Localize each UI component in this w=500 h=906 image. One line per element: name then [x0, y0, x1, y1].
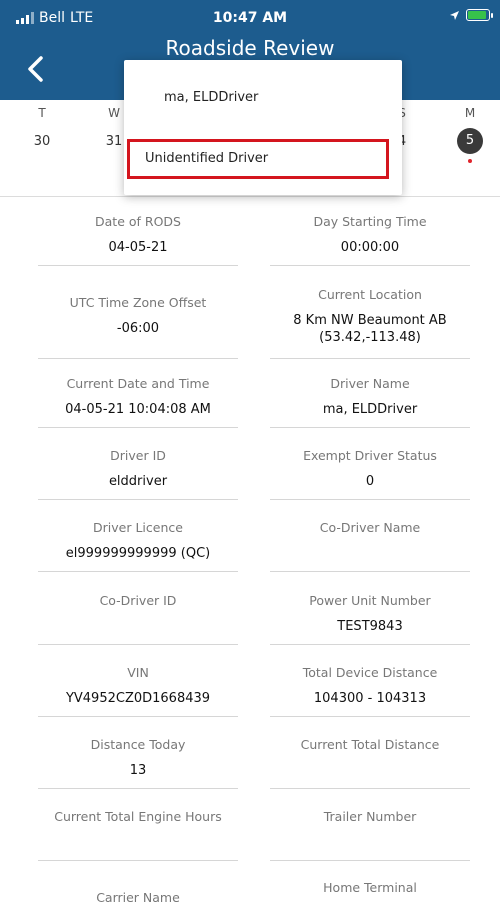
day-monday-selected[interactable]: M 5 [450, 106, 490, 163]
status-right [449, 9, 493, 21]
field-value: 8 Km NW Beaumont AB (53.42,-113.48) [270, 312, 470, 346]
field-current-date-time: Current Date and Time 04-05-21 10:04:08 … [24, 376, 252, 418]
field-vin: VIN YV4952CZ0D1668439 [38, 665, 238, 707]
field-value: YV4952CZ0D1668439 [65, 691, 211, 706]
field-underline [38, 860, 238, 861]
field-label: Co-Driver ID [99, 593, 177, 608]
field-label: VIN [127, 665, 149, 680]
field-label: Distance Today [90, 737, 186, 752]
day-number: 30 [33, 134, 51, 149]
field-underline [270, 788, 470, 789]
field-label: Current Total Distance [300, 737, 440, 752]
field-value: 0 [365, 474, 375, 489]
field-underline [38, 265, 238, 266]
chevron-left-icon [28, 56, 43, 82]
field-value: 13 [129, 763, 147, 778]
field-value: ma, ELDDriver [322, 402, 418, 417]
field-label: UTC Time Zone Offset [69, 295, 207, 310]
field-underline [38, 644, 238, 645]
location-line1: 8 Km NW Beaumont AB [293, 313, 447, 328]
field-home-terminal: Home Terminal [270, 880, 470, 896]
field-day-starting-time: Day Starting Time 00:00:00 [270, 214, 470, 256]
field-underline [38, 571, 238, 572]
field-underline [270, 644, 470, 645]
field-label: Date of RODS [95, 214, 181, 229]
dropdown-option-driver[interactable]: ma, ELDDriver [164, 90, 258, 105]
field-underline [270, 860, 470, 861]
section-divider [0, 196, 500, 197]
event-dot [468, 159, 472, 163]
field-driver-licence: Driver Licence el999999999999 (QC) [38, 520, 238, 562]
field-underline [270, 571, 470, 572]
field-label: Driver Name [330, 376, 410, 391]
back-button[interactable] [22, 52, 48, 86]
day-letter: T [38, 106, 46, 120]
field-label: Power Unit Number [309, 593, 431, 608]
field-driver-name: Driver Name ma, ELDDriver [270, 376, 470, 418]
field-label: Driver Licence [93, 520, 183, 535]
field-underline [270, 716, 470, 717]
day-tuesday[interactable]: T 30 [22, 106, 62, 149]
field-label: Home Terminal [323, 880, 417, 895]
field-trailer-number: Trailer Number [270, 809, 470, 834]
field-value: 04-05-21 10:04:08 AM [65, 402, 211, 417]
field-value: -06:00 [116, 321, 160, 336]
field-label: Day Starting Time [313, 214, 427, 229]
field-value: TEST9843 [337, 619, 403, 634]
field-current-total-engine-hours: Current Total Engine Hours [24, 809, 252, 834]
field-underline [38, 427, 238, 428]
field-power-unit-number: Power Unit Number TEST9843 [270, 593, 470, 635]
page-title: Roadside Review [165, 36, 335, 60]
field-utc-offset: UTC Time Zone Offset -06:00 [38, 295, 238, 337]
driver-select-dropdown: ma, ELDDriver Unidentified Driver [124, 60, 402, 195]
field-value: elddriver [108, 474, 168, 489]
field-exempt-driver-status: Exempt Driver Status 0 [270, 448, 470, 490]
field-underline [270, 358, 470, 359]
status-time: 10:47 AM [212, 10, 288, 26]
field-label: Current Total Engine Hours [54, 809, 222, 824]
field-label: Driver ID [110, 448, 166, 463]
field-underline [270, 427, 470, 428]
day-letter: W [108, 106, 120, 120]
field-underline [38, 358, 238, 359]
field-label: Co-Driver Name [319, 520, 421, 535]
field-date-of-rods: Date of RODS 04-05-21 [38, 214, 238, 256]
field-distance-today: Distance Today 13 [38, 737, 238, 779]
field-label: Exempt Driver Status [303, 448, 437, 463]
field-underline [270, 265, 470, 266]
field-underline [38, 788, 238, 789]
field-value: el999999999999 (QC) [65, 546, 211, 561]
day-number: 5 [457, 128, 483, 154]
status-bar: Bell LTE 10:47 AM [0, 0, 500, 38]
field-current-total-distance: Current Total Distance [270, 737, 470, 762]
field-value: 104300 - 104313 [313, 691, 427, 706]
field-total-device-distance: Total Device Distance 104300 - 104313 [270, 665, 470, 707]
field-carrier-name: Carrier Name [38, 890, 238, 906]
field-value: 00:00:00 [340, 240, 400, 255]
field-label: Total Device Distance [302, 665, 438, 680]
field-current-location: Current Location 8 Km NW Beaumont AB (53… [270, 287, 470, 346]
field-underline [38, 499, 238, 500]
day-letter: M [464, 106, 476, 120]
field-co-driver-name: Co-Driver Name [270, 520, 470, 545]
field-underline [270, 499, 470, 500]
location-arrow-icon [450, 10, 459, 20]
field-label: Trailer Number [323, 809, 417, 824]
dropdown-option-unidentified-driver[interactable]: Unidentified Driver [127, 139, 389, 179]
field-label: Carrier Name [96, 890, 180, 905]
field-label: Current Date and Time [66, 376, 210, 391]
field-co-driver-id: Co-Driver ID [38, 593, 238, 618]
battery-icon [466, 9, 493, 21]
field-value: 04-05-21 [108, 240, 168, 255]
field-underline [38, 716, 238, 717]
location-line2: (53.42,-113.48) [319, 330, 421, 345]
field-label: Current Location [318, 287, 422, 302]
field-driver-id: Driver ID elddriver [38, 448, 238, 490]
